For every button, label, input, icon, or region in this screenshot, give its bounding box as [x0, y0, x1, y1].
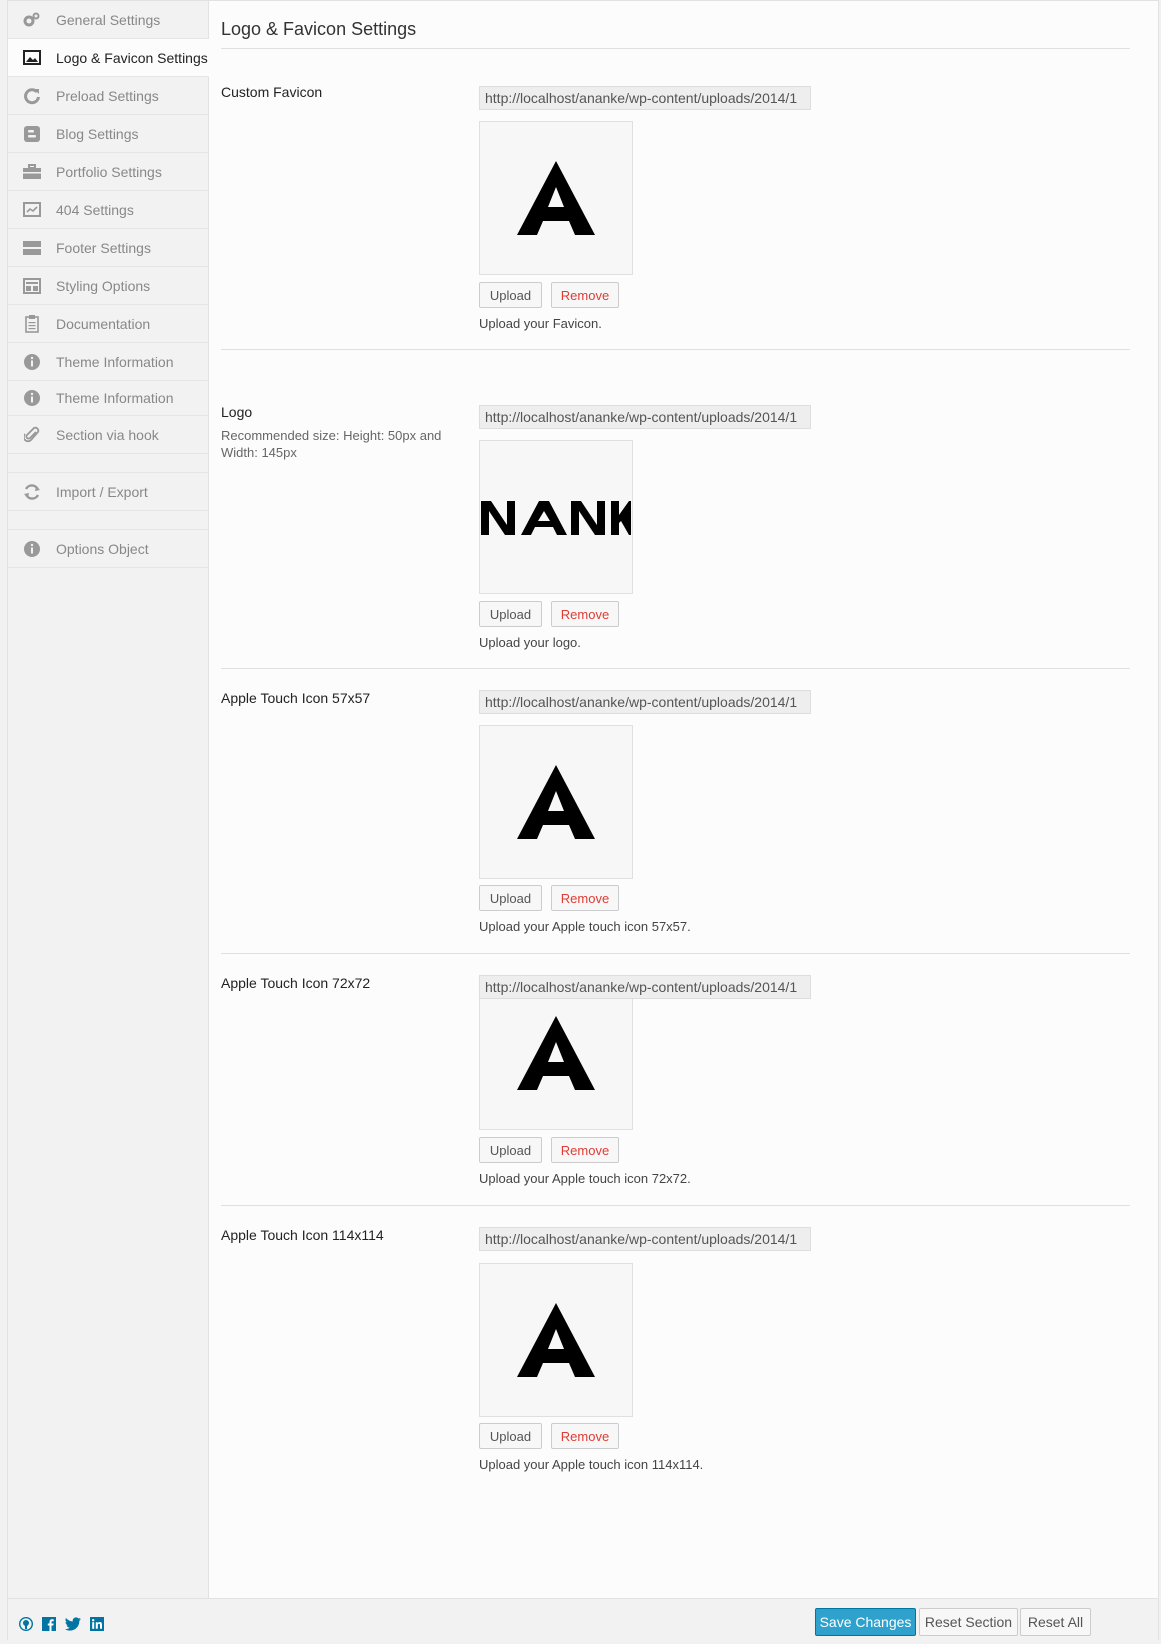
upload-button[interactable]: Upload — [479, 282, 542, 308]
remove-button[interactable]: Remove — [551, 885, 619, 911]
sidebar-item-theme-information[interactable]: Theme Information — [8, 343, 208, 381]
apple-touch-72-preview — [479, 976, 633, 1130]
facebook-icon[interactable] — [41, 1616, 57, 1632]
sidebar-divider — [8, 454, 208, 473]
field-label: Apple Touch Icon 72x72 — [221, 975, 371, 991]
sidebar-item-label: Section via hook — [56, 426, 159, 443]
sync-icon — [22, 482, 42, 502]
sidebar-item-theme-information-2[interactable]: Theme Information — [8, 381, 208, 416]
remove-button[interactable]: Remove — [551, 1423, 619, 1449]
field-description: Upload your logo. — [479, 635, 581, 650]
field-apple-touch-icon-114: Apple Touch Icon 114x114 http://localhos… — [221, 1206, 1130, 1526]
upload-button[interactable]: Upload — [479, 885, 542, 911]
sidebar-item-label: 404 Settings — [56, 201, 134, 218]
sidebar-item-import-export[interactable]: Import / Export — [8, 473, 208, 511]
upload-button[interactable]: Upload — [479, 601, 542, 627]
field-custom-favicon: Custom Favicon http://localhost/ananke/w… — [221, 49, 1130, 350]
field-description: Upload your Apple touch icon 57x57. — [479, 919, 691, 934]
info-icon — [22, 352, 42, 372]
upload-button[interactable]: Upload — [479, 1423, 542, 1449]
gears-icon — [22, 10, 42, 30]
field-apple-touch-icon-57: Apple Touch Icon 57x57 http://localhost/… — [221, 669, 1130, 954]
sidebar-item-label: Logo & Favicon Settings — [56, 49, 208, 66]
sidebar-item-blog-settings[interactable]: Blog Settings — [8, 115, 208, 153]
twitter-icon[interactable] — [65, 1616, 81, 1632]
sidebar-item-logo-favicon-settings[interactable]: Logo & Favicon Settings — [8, 39, 209, 77]
sidebar-item-options-object[interactable]: Options Object — [8, 530, 208, 568]
remove-button[interactable]: Remove — [551, 1137, 619, 1163]
clipboard-icon — [22, 314, 42, 334]
reset-section-button[interactable]: Reset Section — [919, 1608, 1018, 1636]
url-input[interactable]: http://localhost/ananke/wp-content/uploa… — [479, 690, 811, 714]
sidebar-item-label: Options Object — [56, 540, 149, 557]
sidebar-item-general-settings[interactable]: General Settings — [8, 1, 208, 39]
sidebar-item-404-settings[interactable]: 404 Settings — [8, 191, 208, 229]
sidebar-item-label: Preload Settings — [56, 87, 159, 104]
sidebar-item-preload-settings[interactable]: Preload Settings — [8, 77, 208, 115]
refresh-icon — [22, 86, 42, 106]
upload-button[interactable]: Upload — [479, 1137, 542, 1163]
sidebar-item-documentation[interactable]: Documentation — [8, 305, 208, 343]
footer-bar: Save Changes Reset Section Reset All — [8, 1598, 1158, 1641]
field-sublabel: Recommended size: Height: 50px and Width… — [221, 428, 442, 460]
blogger-icon — [22, 124, 42, 144]
url-input[interactable]: http://localhost/ananke/wp-content/uploa… — [479, 1227, 811, 1251]
url-input[interactable]: http://localhost/ananke/wp-content/uploa… — [479, 975, 811, 999]
sidebar-item-label: Import / Export — [56, 483, 148, 500]
field-description: Upload your Apple touch icon 114x114. — [479, 1457, 704, 1472]
save-changes-button[interactable]: Save Changes — [815, 1608, 916, 1636]
url-input[interactable]: http://localhost/ananke/wp-content/uploa… — [479, 405, 811, 429]
image-icon — [22, 48, 42, 68]
field-apple-touch-icon-72: Apple Touch Icon 72x72 http://localhost/… — [221, 954, 1130, 1206]
sidebar-item-label: Theme Information — [56, 353, 174, 370]
sidebar-item-portfolio-settings[interactable]: Portfolio Settings — [8, 153, 208, 191]
sidebar-item-label: Theme Information — [56, 390, 174, 406]
main-content: Logo & Favicon Settings Custom Favicon h… — [221, 1, 1130, 1526]
field-description: Upload your Apple touch icon 72x72. — [479, 1171, 691, 1186]
sidebar-item-label: Styling Options — [56, 277, 151, 294]
sidebar-item-section-via-hook[interactable]: Section via hook — [8, 416, 208, 454]
info-icon — [22, 539, 42, 559]
field-label: Custom Favicon — [221, 84, 323, 100]
field-logo: Logo Recommended size: Height: 50px and … — [221, 350, 1130, 669]
logo-a-image — [517, 1303, 595, 1377]
logo-a-image — [517, 161, 595, 235]
sidebar-item-label: General Settings — [56, 11, 161, 28]
logo-a-image — [517, 765, 595, 839]
sidebar-item-label: Portfolio Settings — [56, 163, 162, 180]
linkedin-icon[interactable] — [89, 1616, 105, 1632]
url-input[interactable]: http://localhost/ananke/wp-content/uploa… — [479, 86, 811, 110]
briefcase-icon — [22, 162, 42, 182]
field-label: Logo — [221, 404, 253, 420]
sidebar-item-label: Documentation — [56, 315, 151, 332]
sidebar: General Settings Logo & Favicon Settings… — [8, 1, 209, 1598]
reset-all-button[interactable]: Reset All — [1020, 1608, 1091, 1636]
sidebar-divider — [8, 511, 208, 530]
paperclip-icon — [22, 425, 42, 445]
apple-touch-57-preview — [479, 725, 633, 879]
sidebar-item-label: Footer Settings — [56, 239, 151, 256]
apple-touch-114-preview — [479, 1263, 633, 1417]
layout-icon — [22, 276, 42, 296]
favicon-preview — [479, 121, 633, 275]
field-label: Apple Touch Icon 114x114 — [221, 1227, 384, 1243]
page-title: Logo & Favicon Settings — [221, 19, 417, 39]
options-panel: General Settings Logo & Favicon Settings… — [7, 0, 1159, 1641]
sidebar-item-footer-settings[interactable]: Footer Settings — [8, 229, 208, 267]
sidebar-item-label: Blog Settings — [56, 125, 139, 142]
remove-button[interactable]: Remove — [551, 282, 619, 308]
info-icon — [22, 388, 42, 408]
field-label: Apple Touch Icon 57x57 — [221, 690, 371, 706]
logo-preview — [479, 440, 633, 594]
remove-button[interactable]: Remove — [551, 601, 619, 627]
logo-nank-image — [481, 501, 631, 535]
field-description: Upload your Favicon. — [479, 316, 602, 331]
github-icon[interactable] — [18, 1616, 34, 1632]
chart-icon — [22, 200, 42, 220]
footer-icon — [22, 238, 42, 258]
logo-a-image — [517, 1016, 595, 1090]
sidebar-item-styling-options[interactable]: Styling Options — [8, 267, 208, 305]
